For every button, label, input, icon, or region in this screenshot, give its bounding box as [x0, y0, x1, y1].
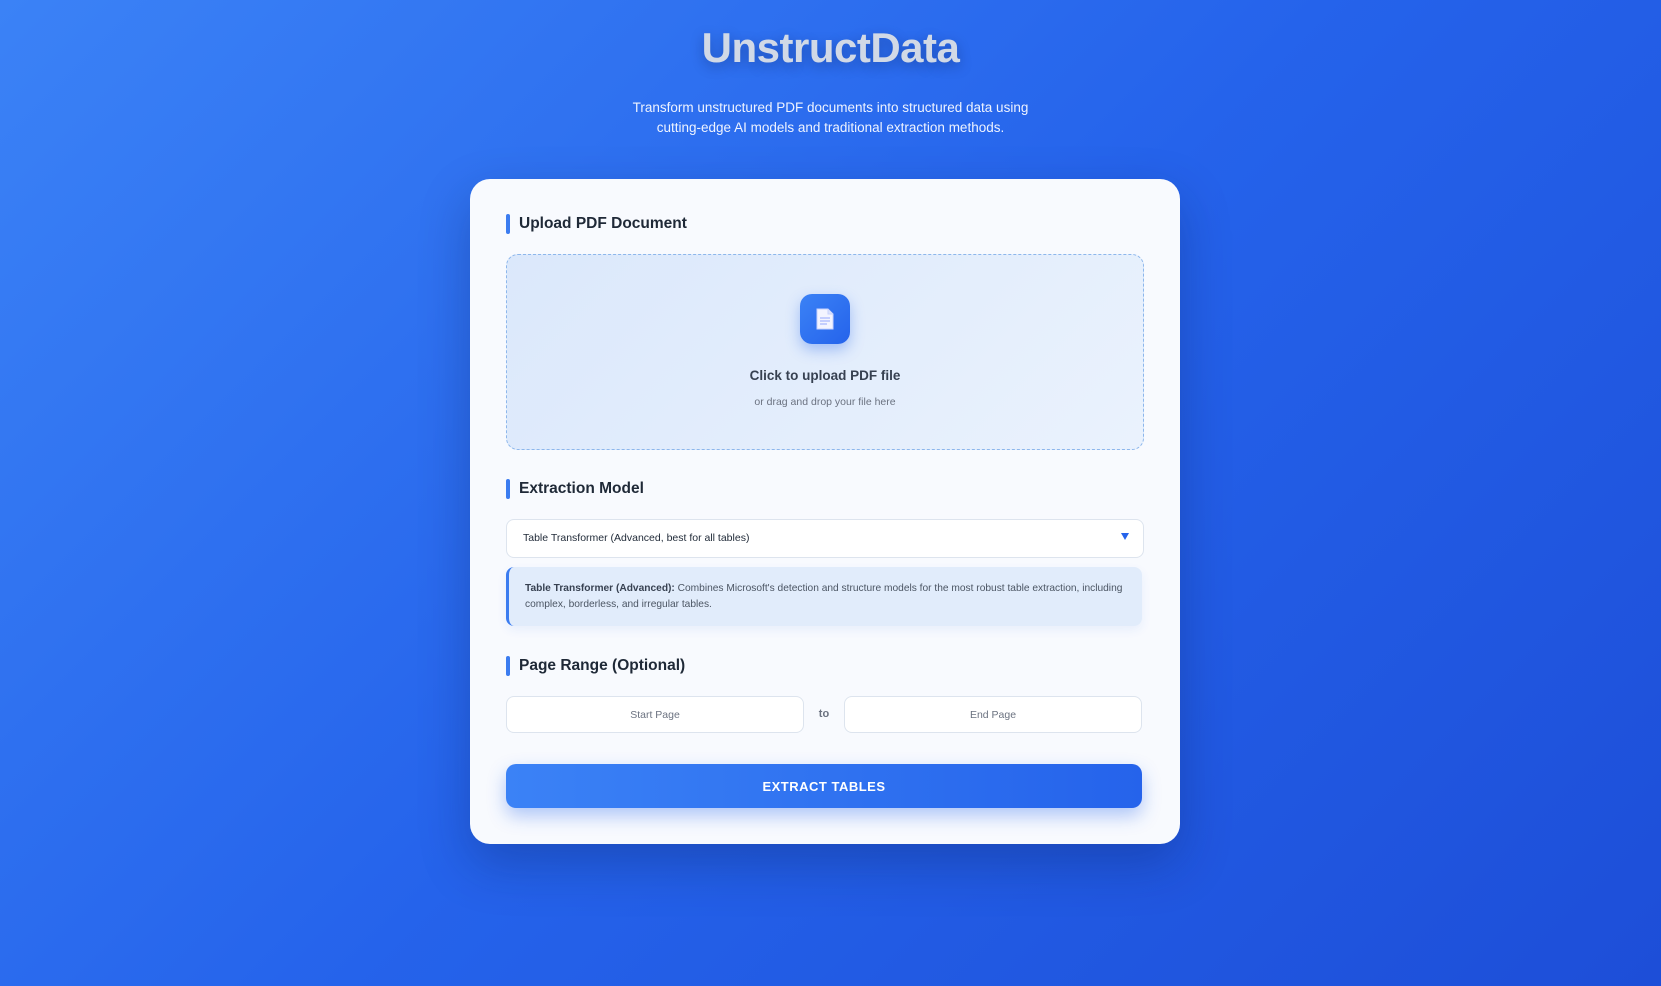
- page-range-section-title: Page Range (Optional): [506, 656, 685, 676]
- pdf-upload-dropzone[interactable]: Click to upload PDF file or drag and dro…: [506, 254, 1144, 450]
- extraction-form-card: Upload PDF Document Click to upload PDF …: [470, 179, 1180, 844]
- extraction-model-select[interactable]: Table Transformer (Advanced, best for al…: [506, 519, 1144, 558]
- end-page-input[interactable]: [844, 696, 1142, 733]
- start-page-input[interactable]: [506, 696, 804, 733]
- upload-section-title: Upload PDF Document: [506, 214, 687, 234]
- upload-prompt: Click to upload PDF file: [749, 368, 901, 383]
- upload-hint: or drag and drop your file here: [754, 396, 896, 408]
- document-icon-graphic: [816, 308, 834, 330]
- document-icon: [800, 294, 850, 344]
- model-description-name: Table Transformer (Advanced):: [525, 583, 675, 594]
- model-description-panel: Table Transformer (Advanced): Combines M…: [506, 567, 1142, 626]
- page-range-separator: to: [818, 708, 830, 720]
- app-subtitle: Transform unstructured PDF documents int…: [632, 100, 1029, 135]
- selected-model-value: Table Transformer (Advanced, best for al…: [523, 532, 750, 544]
- app-title: UnstructData: [701, 24, 960, 71]
- extract-tables-button[interactable]: EXTRACT TABLES: [506, 764, 1142, 808]
- chevron-down-icon: [1121, 533, 1129, 540]
- model-section-title: Extraction Model: [506, 479, 644, 499]
